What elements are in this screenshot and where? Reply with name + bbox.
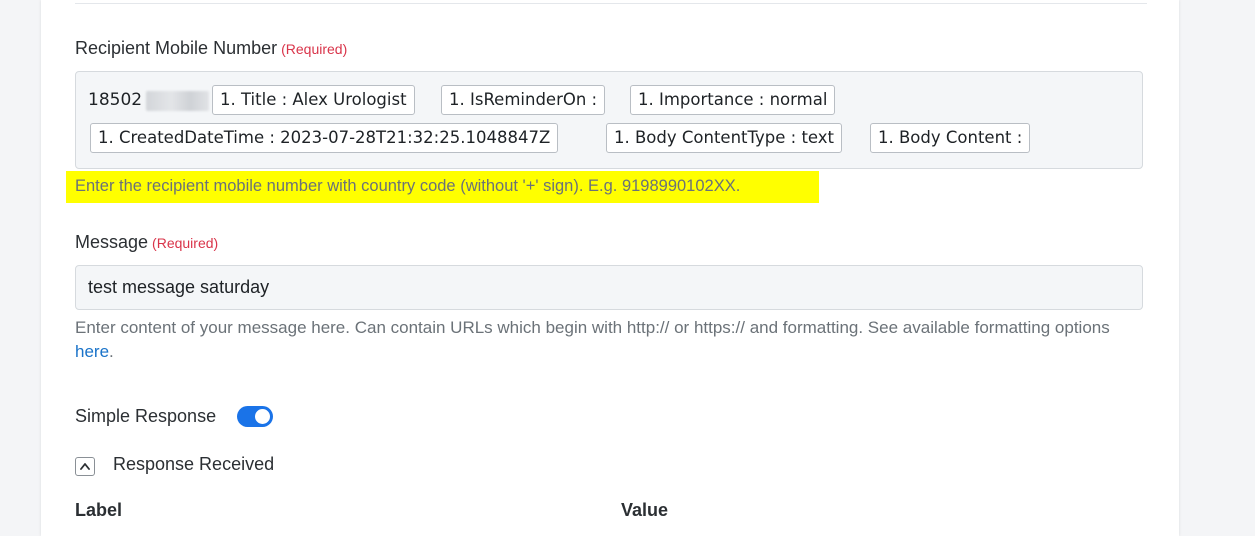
recipient-label: Recipient Mobile Number (Required) (75, 38, 347, 59)
token-isreminderon[interactable]: 1. IsReminderOn : (441, 85, 606, 115)
recipient-mobile-value: 18502 (88, 90, 143, 110)
token-importance[interactable]: 1. Importance : normal (630, 85, 836, 115)
column-header-label: Label (75, 500, 123, 520)
recipient-hint: Enter the recipient mobile number with c… (75, 177, 741, 195)
formatting-options-link[interactable]: here (75, 342, 109, 361)
simple-response-toggle[interactable] (237, 406, 273, 427)
redacted-number (146, 91, 209, 111)
response-received-label: Response Received (113, 454, 275, 474)
recipient-label-text: Recipient Mobile Number (75, 38, 278, 58)
recipient-required-badge: (Required) (281, 41, 348, 57)
message-label: Message (Required) (75, 232, 218, 253)
message-help: Enter content of your message here. Can … (75, 316, 1145, 364)
collapse-response-button[interactable] (75, 457, 95, 476)
token-createddatetime[interactable]: 1. CreatedDateTime : 2023-07-28T21:32:25… (90, 123, 559, 153)
chevron-up-icon (80, 463, 90, 470)
token-body-contenttype[interactable]: 1. Body ContentType : text (606, 123, 843, 153)
message-required-badge: (Required) (152, 235, 219, 251)
token-title[interactable]: 1. Title : Alex Urologist (212, 85, 415, 115)
toggle-knob (255, 409, 270, 424)
column-header-value: Value (621, 500, 669, 520)
token-body-content[interactable]: 1. Body Content : (870, 123, 1031, 153)
message-help-text: Enter content of your message here. Can … (75, 318, 1110, 337)
message-label-text: Message (75, 232, 149, 252)
simple-response-label: Simple Response (75, 406, 217, 426)
message-input[interactable]: test message saturday (75, 265, 1143, 310)
message-help-end: . (109, 342, 114, 361)
section-divider (75, 3, 1147, 4)
recipient-mobile-input[interactable]: 18502 1. Title : Alex Urologist 1. IsRem… (75, 71, 1143, 169)
message-value: test message saturday (88, 277, 270, 297)
